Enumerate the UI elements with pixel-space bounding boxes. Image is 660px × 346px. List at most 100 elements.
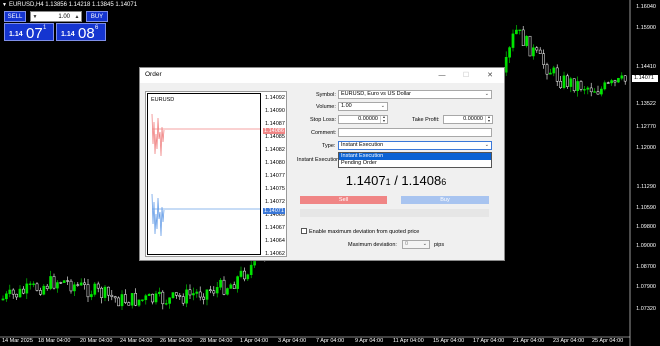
candle-body	[545, 64, 549, 75]
take-profit-input[interactable]: 0.00000 ▲ ▼	[443, 115, 493, 124]
sell-button[interactable]: Sell	[300, 196, 387, 204]
price-label: 1.14410	[636, 64, 656, 70]
candle-body	[198, 291, 202, 298]
tick-scale-label: 1.14085	[265, 134, 285, 140]
stop-loss-label: Stop Loss:	[310, 117, 336, 123]
quick-buy-button[interactable]: BUY	[86, 11, 108, 22]
quick-sell-button[interactable]: SELL	[4, 11, 26, 22]
collapse-icon[interactable]: ▼	[2, 2, 7, 8]
volume-label: Volume:	[316, 104, 336, 110]
candle-body	[22, 288, 25, 294]
symbol-select[interactable]: EURUSD, Euro vs US Dollar ⌄	[338, 90, 492, 99]
candle-body	[137, 299, 141, 306]
time-label: 7 Apr 04:00	[316, 338, 345, 344]
type-option-pending[interactable]: Pending Order	[339, 160, 491, 167]
candle-body	[110, 294, 114, 297]
candle-body	[623, 75, 627, 82]
time-label: 17 Apr 04:00	[473, 338, 505, 344]
bid-ticks	[151, 193, 165, 237]
candle-body	[549, 72, 552, 75]
price-label: 1.10590	[636, 205, 656, 211]
close-icon[interactable]: ✕	[484, 70, 496, 81]
decrease-icon[interactable]: ▼	[31, 14, 39, 20]
minimize-icon[interactable]: —	[436, 70, 448, 81]
candle-body	[93, 283, 97, 295]
buy-button[interactable]: Buy	[401, 196, 489, 204]
candle-body	[96, 283, 100, 289]
candle-body	[52, 276, 56, 289]
time-label: 20 Mar 04:00	[80, 338, 113, 344]
candle-body	[178, 295, 182, 297]
time-label: 9 Apr 04:00	[355, 338, 384, 344]
candle-body	[124, 294, 127, 303]
stop-loss-input[interactable]: 0.00000 ▲ ▼	[338, 115, 388, 124]
candle-body	[15, 293, 18, 298]
candle-body	[28, 283, 32, 285]
type-select[interactable]: Instant Execution ⌄	[338, 141, 492, 150]
take-profit-stepper-icon[interactable]: ▲ ▼	[485, 115, 492, 123]
tick-chart-lines	[151, 113, 260, 237]
lot-size-value[interactable]: 1.00	[39, 14, 73, 20]
dialog-title: Order	[145, 71, 162, 78]
candle-body	[90, 294, 93, 298]
price-label: 1.16040	[636, 4, 656, 10]
candle-body	[66, 280, 69, 282]
candle-body	[593, 91, 596, 93]
bid-price-tag: 1.14071	[263, 208, 285, 214]
dialog-titlebar[interactable]: Order — ☐ ✕	[140, 68, 504, 83]
type-option-instant[interactable]: Instant Execution	[339, 153, 491, 160]
tick-scale-label: 1.14092	[265, 95, 285, 101]
volume-select[interactable]: 1.00 ⌄	[338, 102, 388, 111]
lot-size-stepper[interactable]: ▼ 1.00 ▲	[30, 11, 82, 22]
max-deviation-value: 0	[405, 241, 409, 247]
bid-quote: 1.1407	[345, 173, 386, 188]
candle-body	[117, 297, 120, 307]
price-label: 1.15900	[636, 25, 656, 31]
candle-body	[603, 82, 607, 90]
stop-loss-stepper-icon[interactable]: ▲ ▼	[380, 115, 387, 123]
one-click-trade-panel: SELL ▼ 1.00 ▲ BUY 1.14 07 1 1.14 08 6	[4, 11, 108, 42]
bid-pips: 07	[26, 25, 43, 42]
bid-prefix: 1.14	[9, 31, 23, 38]
candle-body	[62, 280, 66, 283]
tick-scale-label: 1.14090	[265, 108, 285, 114]
candle-body	[579, 81, 583, 90]
candle-body	[25, 283, 29, 294]
time-label: 23 Apr 04:00	[553, 338, 585, 344]
chevron-down-icon: ⌄	[422, 241, 427, 247]
status-message-bar	[300, 209, 489, 217]
time-label: 15 Apr 04:00	[433, 338, 465, 344]
volume-value: 1.00	[341, 103, 352, 109]
ask-price-display[interactable]: 1.14 08 6	[56, 23, 106, 42]
candle-body	[535, 47, 539, 51]
tick-scale-label: 1.14082	[265, 147, 285, 153]
time-label: 28 Mar 04:00	[200, 338, 233, 344]
candle-body	[45, 285, 49, 289]
candle-body	[18, 288, 22, 298]
pips-label: pips	[434, 242, 445, 248]
candle-body	[127, 302, 131, 306]
increase-icon[interactable]: ▲	[73, 14, 81, 20]
candle-body	[521, 29, 525, 46]
candle-body	[600, 88, 603, 95]
comment-input[interactable]	[338, 128, 492, 137]
time-label: 26 Mar 04:00	[160, 338, 193, 344]
bid-price-display[interactable]: 1.14 07 1	[4, 23, 54, 42]
comment-label: Comment:	[311, 130, 337, 136]
ask-pips: 08	[78, 25, 95, 42]
candle-body	[141, 299, 144, 301]
candle-body	[246, 274, 250, 280]
candle-body	[508, 47, 511, 58]
deviation-checkbox[interactable]	[301, 228, 307, 234]
symbol-value: EURUSD, Euro vs US Dollar	[341, 91, 411, 97]
candle-body	[243, 270, 246, 280]
candle-body	[86, 284, 90, 298]
type-dropdown-list: Instant Execution Pending Order	[338, 152, 492, 168]
candle-body	[175, 292, 178, 296]
max-deviation-input[interactable]: 0 ⌄	[402, 240, 430, 249]
maximize-icon[interactable]: ☐	[460, 70, 472, 81]
candle-body	[56, 282, 59, 289]
candle-body	[569, 78, 573, 87]
candle-body	[151, 293, 154, 303]
candle-body	[161, 291, 165, 305]
